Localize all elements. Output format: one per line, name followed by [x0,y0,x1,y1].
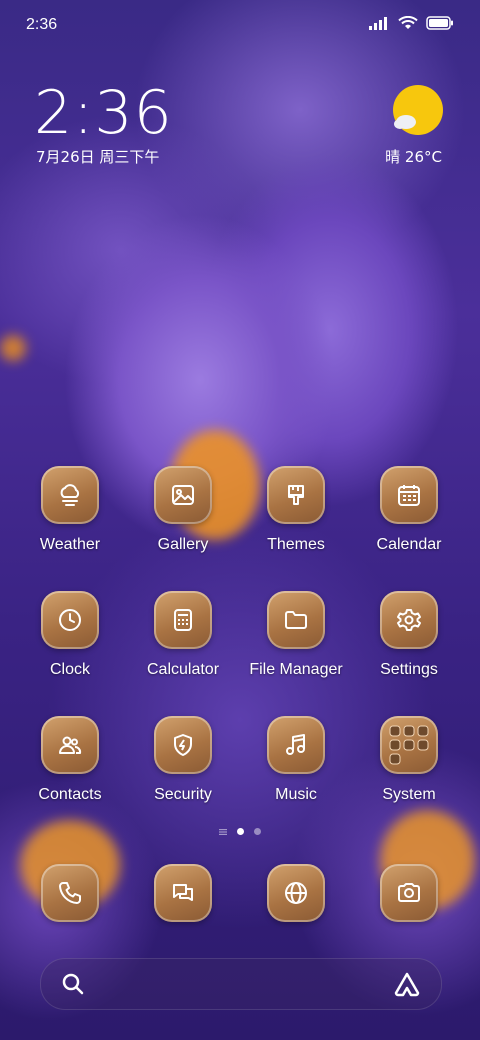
app-label: Settings [380,661,438,678]
app-security[interactable]: Security [128,716,238,804]
app-clock[interactable]: Clock [15,591,125,679]
app-label: Security [154,786,212,803]
page-list-indicator-icon [219,828,227,835]
app-label: Clock [49,661,90,678]
app-label: Music [275,786,317,803]
messages-icon[interactable] [154,864,212,922]
page-indicator[interactable] [0,828,480,835]
search-bar[interactable] [40,958,442,1010]
dock-phone[interactable] [15,864,125,922]
folder-grid-icon[interactable] [380,716,438,774]
status-time: 2:36 [26,16,58,33]
status-bar: 2:36 [0,0,480,50]
app-themes[interactable]: Themes [241,466,351,554]
clock-widget-time[interactable]: 2:36 [34,78,173,148]
calculator-icon[interactable] [154,591,212,649]
app-music[interactable]: Music [241,716,351,804]
app-calendar[interactable]: Calendar [354,466,464,554]
music-note-icon[interactable] [267,716,325,774]
app-label: System [382,786,436,803]
app-label: Calendar [376,536,442,553]
app-weather[interactable]: Weather [15,466,125,554]
folder-icon[interactable] [267,591,325,649]
assistant-icon[interactable] [393,971,421,997]
app-label: Weather [39,536,101,553]
gallery-icon[interactable] [154,466,212,524]
weather-widget-text: 晴 26°C [385,148,442,166]
wifi-icon [398,16,418,30]
sun-cloud-icon[interactable] [392,84,444,136]
search-icon[interactable] [61,972,85,996]
phone-icon[interactable] [41,864,99,922]
gear-icon[interactable] [380,591,438,649]
app-gallery[interactable]: Gallery [128,466,238,554]
clock-icon[interactable] [41,591,99,649]
clock-widget-date: 7月26日 周三下午 [36,148,160,166]
app-calculator[interactable]: Calculator [128,591,238,679]
camera-icon[interactable] [380,864,438,922]
app-contacts[interactable]: Contacts [15,716,125,804]
app-label: Calculator [146,661,220,678]
page-dot-active [237,828,244,835]
contacts-icon[interactable] [41,716,99,774]
app-system-folder[interactable]: System [354,716,464,804]
wallpaper-stamen [0,335,26,361]
dock-browser[interactable] [241,864,351,922]
browser-globe-icon[interactable] [267,864,325,922]
page-dot [254,828,261,835]
app-settings[interactable]: Settings [354,591,464,679]
signal-icon [368,16,390,30]
app-label: Contacts [38,786,102,803]
battery-icon [426,16,454,30]
app-label: Themes [267,536,325,553]
themes-brush-icon[interactable] [267,466,325,524]
shield-icon[interactable] [154,716,212,774]
weather-icon[interactable] [41,466,99,524]
app-label: Gallery [157,536,209,553]
app-file-manager[interactable]: File Manager [241,591,351,679]
dock-camera[interactable] [354,864,464,922]
app-label: File Manager [249,661,343,678]
calendar-icon[interactable] [380,466,438,524]
dock-messages[interactable] [128,864,238,922]
